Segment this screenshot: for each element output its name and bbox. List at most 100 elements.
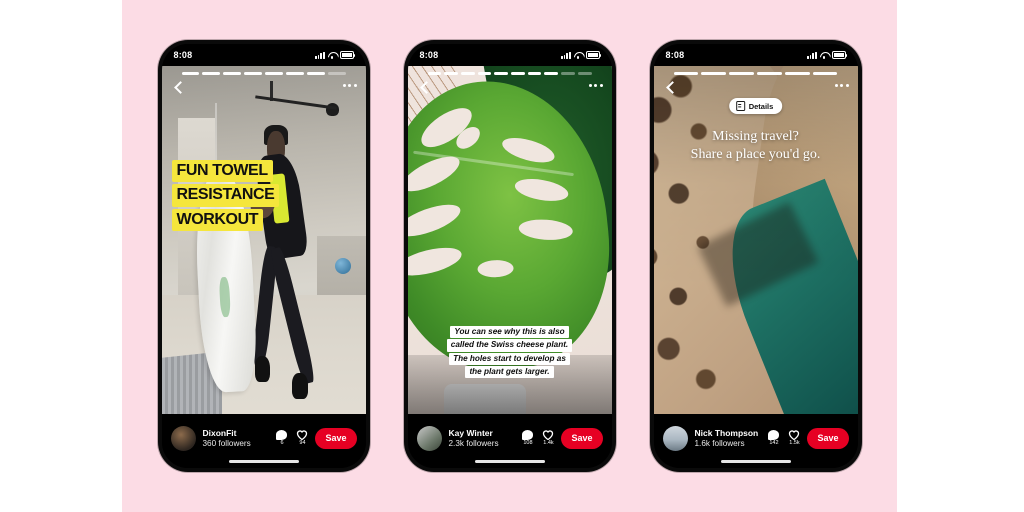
heart-icon [296, 429, 308, 441]
save-button[interactable]: Save [315, 427, 357, 449]
progress-segment [181, 72, 200, 75]
story-media-1 [161, 66, 366, 436]
progress-segment [427, 72, 442, 75]
athlete-shoe-right [291, 373, 308, 400]
progress-segment [812, 72, 838, 75]
wifi-icon [820, 51, 829, 59]
overlay-line: WORKOUT [171, 208, 264, 231]
user-info[interactable]: Nick Thompson 1.6k followers [695, 428, 769, 448]
user-info[interactable]: DixonFit 360 followers [203, 428, 277, 448]
progress-segment [527, 72, 542, 75]
details-card-icon [735, 101, 745, 111]
chevron-left-icon[interactable] [172, 80, 186, 94]
avatar[interactable] [170, 425, 196, 451]
comment-icon [768, 430, 780, 440]
progress-segment [511, 72, 525, 75]
status-indicators [315, 51, 356, 59]
lamp-shade [325, 103, 339, 117]
username: Kay Winter [448, 428, 493, 438]
comment-icon [522, 430, 534, 440]
overlay-line: You can see why this is also [450, 326, 569, 339]
leaf-hole [512, 175, 570, 205]
comment-stat[interactable]: 6 [276, 430, 288, 446]
comment-stat[interactable]: 108 [522, 430, 534, 446]
athlete-leg-right [268, 246, 317, 385]
overlay-line: FUN TOWEL [171, 160, 273, 183]
like-stat[interactable]: 1.5k [788, 429, 800, 447]
status-time: 8:08 [419, 50, 439, 60]
comment-stat[interactable]: 142 [768, 430, 780, 446]
chevron-left-icon[interactable] [418, 80, 432, 94]
progress-segment [561, 72, 575, 75]
athlete-shoe-left [254, 356, 271, 383]
save-button[interactable]: Save [807, 427, 849, 449]
heart-icon [542, 429, 554, 441]
cellular-signal-icon [561, 51, 571, 59]
user-info[interactable]: Kay Winter 2.3k followers [449, 428, 523, 448]
follower-count: 1.6k followers [694, 439, 745, 448]
scene-gradient-overlay [653, 66, 858, 436]
status-time: 8:08 [173, 50, 193, 60]
phone-mockups-row: 8:08 FUN TOWEL RESISTANCE WORKOUT DixonF… [122, 0, 897, 512]
like-count: 1.5k [789, 440, 800, 447]
screenshot-canvas: 8:08 FUN TOWEL RESISTANCE WORKOUT DixonF… [0, 0, 1024, 512]
status-indicators [807, 51, 848, 59]
story-progress-bar-2[interactable] [427, 72, 592, 75]
progress-segment [202, 72, 221, 75]
battery-icon [339, 51, 356, 59]
story-text-overlay-1: FUN TOWEL RESISTANCE WORKOUT [171, 160, 280, 231]
leaf-hole [517, 218, 573, 242]
like-stat[interactable]: 94 [296, 429, 308, 447]
save-button[interactable]: Save [561, 427, 603, 449]
progress-segment [544, 72, 559, 75]
engagement-stats: 142 1.5k [768, 429, 800, 447]
leaf-hole [407, 241, 465, 281]
progress-segment [701, 72, 727, 75]
avatar[interactable] [416, 425, 442, 451]
story-progress-bar-1[interactable] [181, 72, 346, 75]
progress-segment [784, 72, 810, 75]
progress-segment [460, 72, 475, 75]
story-media-2 [407, 66, 612, 436]
overlay-line: Missing travel? [712, 129, 799, 144]
status-bar-1: 8:08 [161, 44, 366, 66]
progress-segment [756, 72, 782, 75]
cellular-signal-icon [807, 51, 817, 59]
leaf-hole [477, 259, 514, 278]
battery-icon [831, 51, 848, 59]
progress-segment [285, 72, 304, 75]
overlay-line: called the Swiss cheese plant. [446, 339, 573, 352]
details-button[interactable]: Details [728, 98, 783, 114]
more-options-icon[interactable] [588, 84, 603, 87]
heart-icon [788, 429, 800, 441]
status-time: 8:08 [665, 50, 685, 60]
username: Nick Thompson [694, 428, 759, 438]
home-indicator [228, 460, 299, 463]
progress-segment [494, 72, 509, 75]
wifi-icon [574, 51, 583, 59]
chevron-left-icon[interactable] [664, 80, 678, 94]
more-options-icon[interactable] [834, 84, 849, 87]
phone-screen-3: 8:08 Details Missing travel? Share a pla… [653, 44, 858, 468]
battery-icon [585, 51, 602, 59]
story-text-overlay-2: You can see why this is also called the … [426, 326, 594, 378]
story-media-3 [653, 66, 858, 436]
story-progress-bar-3[interactable] [673, 72, 838, 75]
status-bar-2: 8:08 [407, 44, 612, 66]
more-options-icon[interactable] [342, 84, 357, 87]
progress-segment [265, 72, 283, 75]
like-stat[interactable]: 1.4k [542, 429, 554, 447]
progress-segment [577, 72, 592, 75]
phone-mockup-3: 8:08 Details Missing travel? Share a pla… [649, 40, 862, 472]
details-label: Details [748, 101, 774, 111]
comment-count: 142 [769, 439, 779, 446]
overlay-line: RESISTANCE [171, 184, 280, 207]
status-bar-3: 8:08 [653, 44, 858, 66]
story-text-overlay-3: Missing travel? Share a place you'd go. [664, 128, 848, 163]
cellular-signal-icon [315, 51, 325, 59]
progress-segment [444, 72, 458, 75]
avatar[interactable] [662, 425, 688, 451]
follower-count: 2.3k followers [448, 439, 499, 448]
progress-segment [223, 72, 242, 75]
like-count: 94 [299, 440, 306, 447]
